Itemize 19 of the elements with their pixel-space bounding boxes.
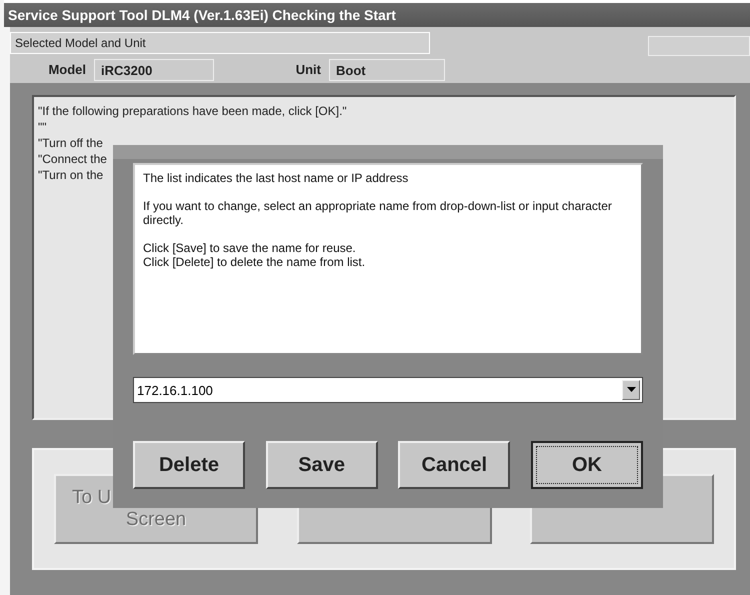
instruction-line: ""	[38, 119, 47, 135]
unit-value: Boot	[329, 58, 445, 80]
instruction-line: "Connect the	[38, 151, 107, 167]
model-value: iRC3200	[94, 58, 214, 80]
host-dropdown[interactable]: 172.16.1.100	[133, 377, 643, 403]
model-label: Model	[47, 62, 87, 77]
instruction-line: "Turn on the	[38, 167, 104, 183]
window-title: Service Support Tool DLM4 (Ver.1.63Ei) Checking the Start	[8, 7, 396, 23]
instruction-line: "If the following preparations have been made, click [OK]."	[38, 103, 347, 119]
message-text: The list indicates the last host name or IP address	[143, 171, 410, 185]
dialog-button[interactable]: Save	[266, 441, 378, 489]
dialog-button[interactable]: Delete	[133, 441, 245, 489]
message-text: Click [Save] to save the name for reuse. Click [Delete] to delete the name from list.	[143, 241, 366, 269]
unit-label: Unit	[294, 62, 322, 77]
dialog-button[interactable]: OK	[530, 441, 643, 489]
selection-heading: Selected Model and Unit	[10, 32, 430, 54]
message-text: If you want to change, select an appropriate name from drop-down-list or input character directly.	[143, 199, 613, 227]
dialog-button[interactable]: Cancel	[398, 441, 510, 489]
instruction-line: "Turn off the	[38, 135, 103, 151]
